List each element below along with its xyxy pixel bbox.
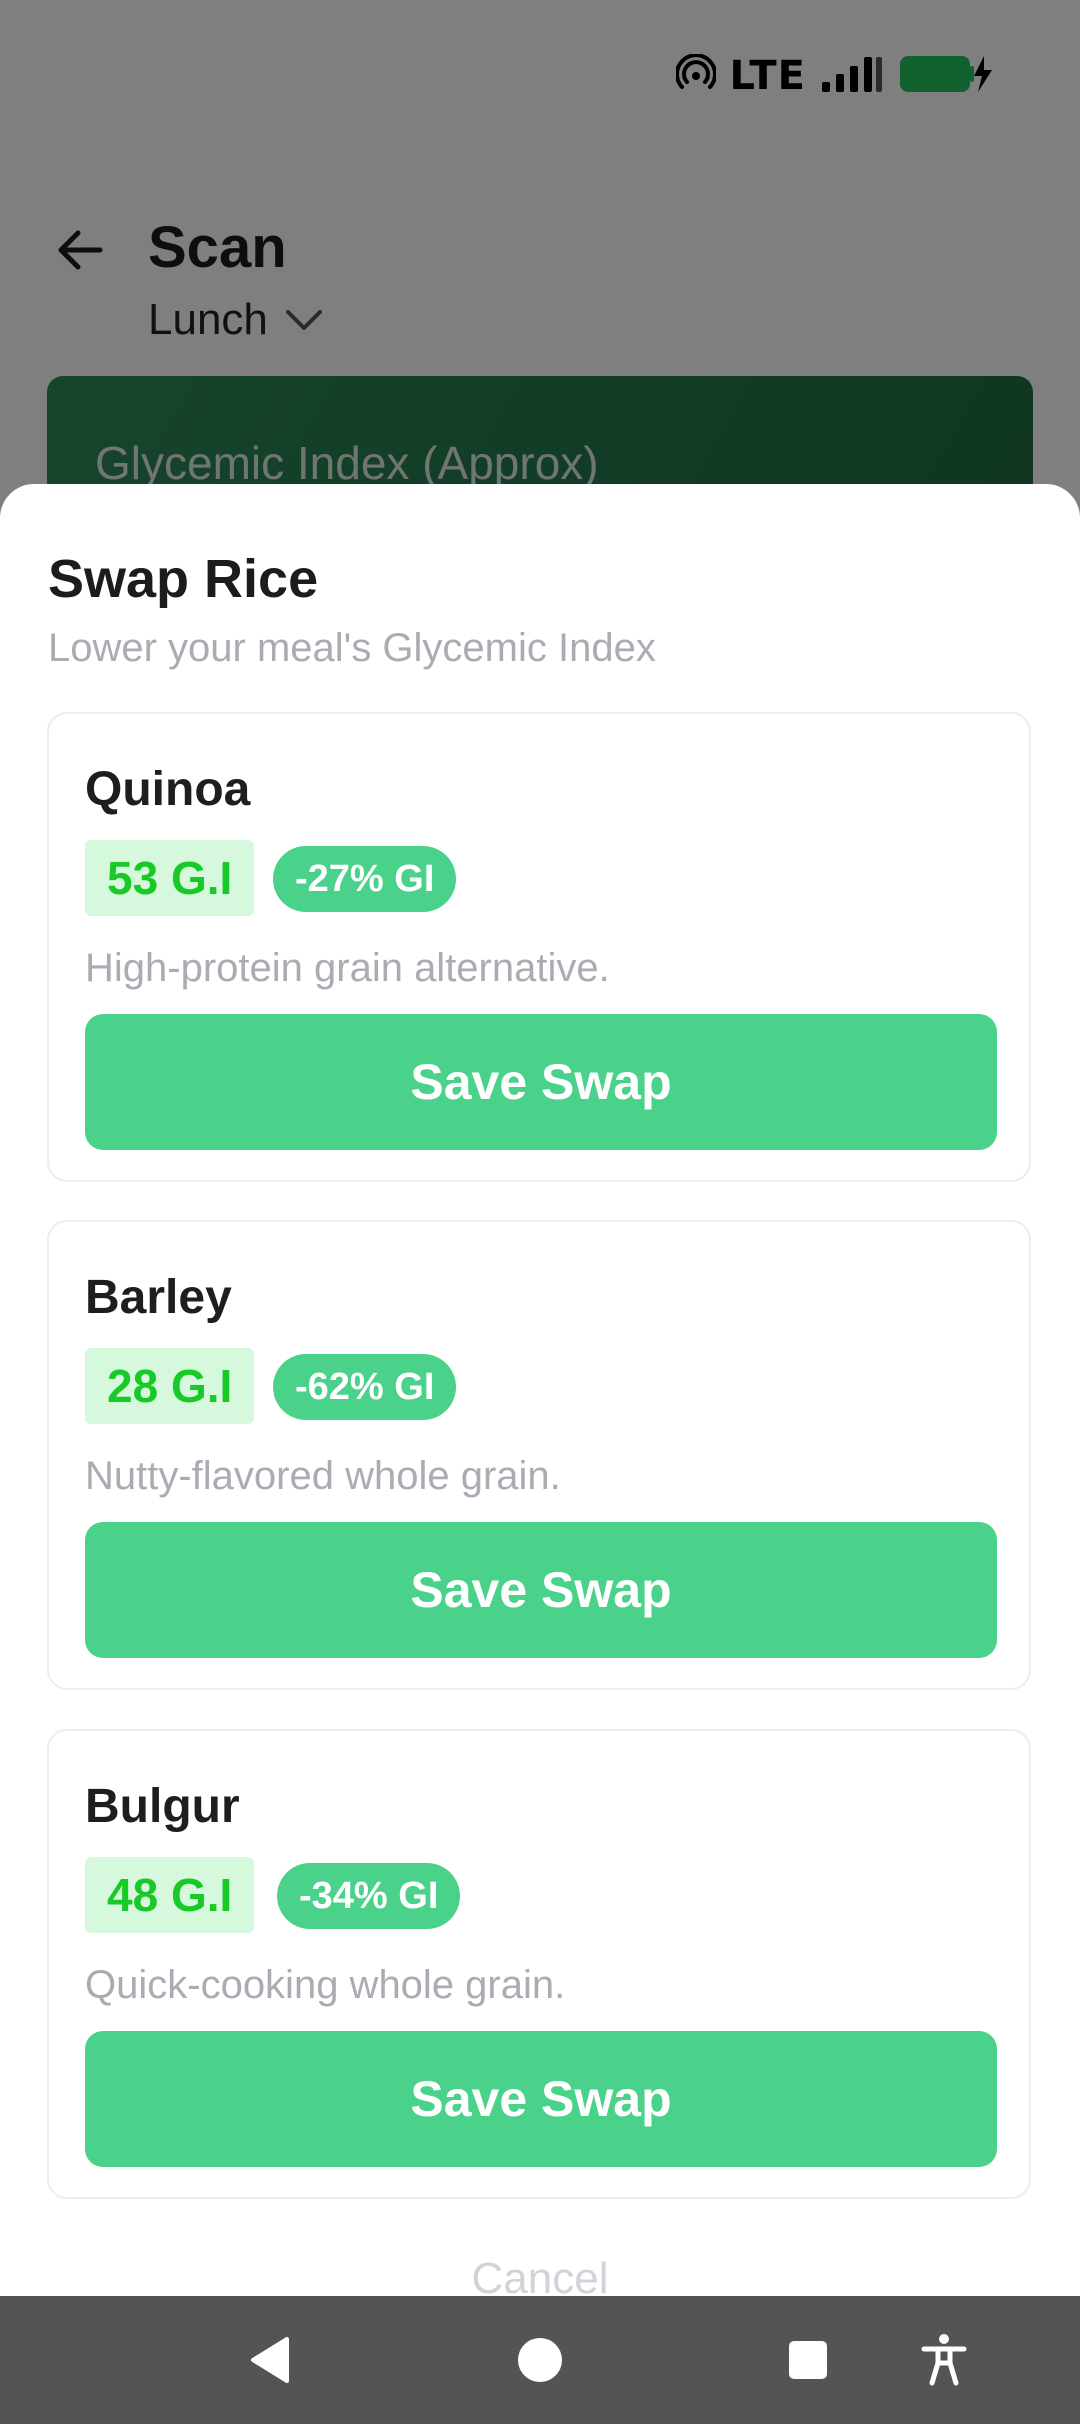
option-description: High-protein grain alternative. bbox=[85, 946, 610, 990]
save-swap-button[interactable]: Save Swap bbox=[85, 1014, 997, 1150]
gi-value-badge: 48 G.I bbox=[85, 1857, 255, 1933]
option-description: Quick-cooking whole grain. bbox=[85, 1963, 566, 2007]
option-name: Barley bbox=[85, 1271, 232, 1324]
square-recents-icon bbox=[789, 2341, 827, 2379]
swap-option-card: Barley 28 G.I -62% GI Nutty-flavored who… bbox=[47, 1220, 1031, 1690]
swap-bottom-sheet: Swap Rice Lower your meal's Glycemic Ind… bbox=[0, 484, 1080, 2424]
system-navigation-bar bbox=[0, 2296, 1080, 2424]
accessibility-icon bbox=[921, 2334, 967, 2386]
option-name: Bulgur bbox=[85, 1780, 240, 1833]
triangle-back-icon bbox=[251, 2337, 289, 2383]
swap-option-card: Quinoa 53 G.I -27% GI High-protein grain… bbox=[47, 712, 1031, 1182]
gi-value-badge: 28 G.I bbox=[85, 1348, 255, 1424]
option-description: Nutty-flavored whole grain. bbox=[85, 1454, 561, 1498]
gi-change-badge: -34% GI bbox=[277, 1863, 461, 1929]
nav-recents-button[interactable] bbox=[774, 2326, 842, 2394]
option-name: Quinoa bbox=[85, 763, 251, 816]
gi-change-badge: -62% GI bbox=[273, 1354, 457, 1420]
save-swap-button[interactable]: Save Swap bbox=[85, 1522, 997, 1658]
nav-back-button[interactable] bbox=[238, 2326, 306, 2394]
sheet-title: Swap Rice bbox=[48, 549, 319, 609]
gi-change-badge: -27% GI bbox=[273, 846, 457, 912]
nav-home-button[interactable] bbox=[506, 2326, 574, 2394]
sheet-subtitle: Lower your meal's Glycemic Index bbox=[48, 626, 656, 670]
circle-home-icon bbox=[518, 2338, 562, 2382]
accessibility-button[interactable] bbox=[910, 2326, 978, 2394]
save-swap-button[interactable]: Save Swap bbox=[85, 2031, 997, 2167]
gi-value-badge: 53 G.I bbox=[85, 840, 255, 916]
swap-option-card: Bulgur 48 G.I -34% GI Quick-cooking whol… bbox=[47, 1729, 1031, 2199]
